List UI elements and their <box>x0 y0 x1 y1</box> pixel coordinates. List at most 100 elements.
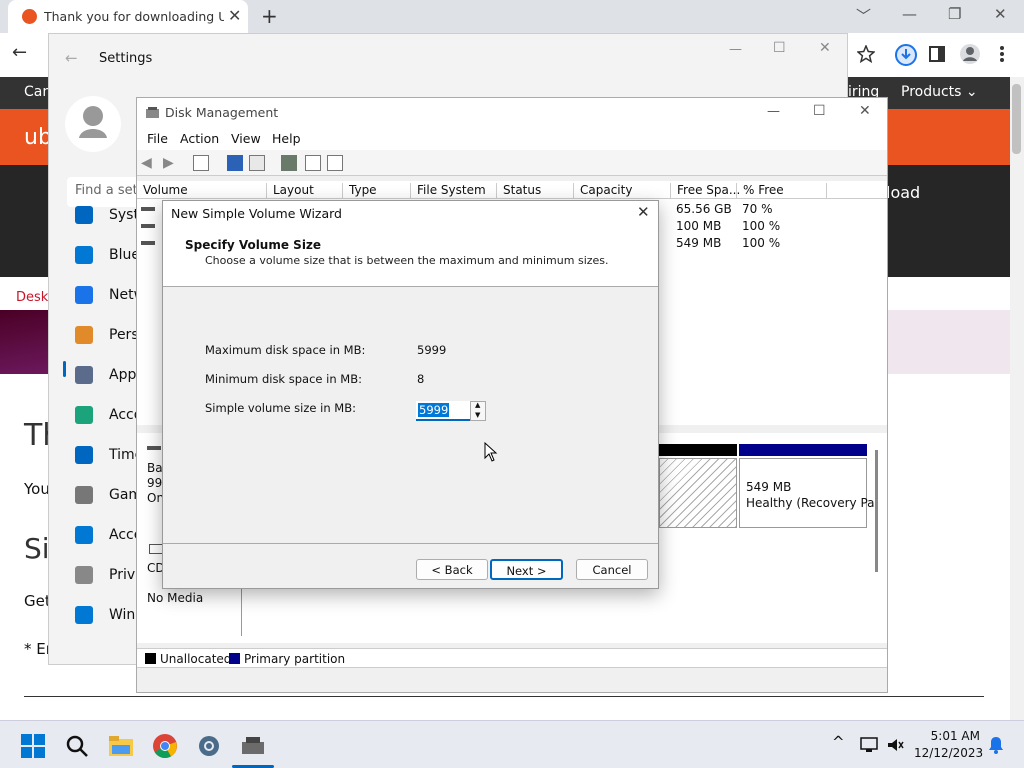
clock-date[interactable]: 12/12/2023 <box>914 746 983 760</box>
settings-nav-item[interactable]: Gam <box>63 481 143 511</box>
legend-primary-swatch <box>229 653 240 664</box>
chevron-down-icon: ⌄ <box>965 84 978 100</box>
row-free-space[interactable]: 549 MB <box>676 236 721 250</box>
row-free-space[interactable]: 65.56 GB <box>676 202 732 216</box>
browser-tab[interactable]: Thank you for downloading Ubu ✕ <box>8 0 248 33</box>
settings-nav-item[interactable]: Acco <box>63 401 143 431</box>
legend-unallocated-label: Unallocated <box>160 652 232 666</box>
browser-tab-title: Thank you for downloading Ubu <box>44 9 224 24</box>
cancel-button[interactable]: Cancel <box>576 559 648 580</box>
row-percent-free[interactable]: 70 % <box>742 202 773 216</box>
row-free-space[interactable]: 100 MB <box>676 219 721 233</box>
toolbar-back-icon[interactable]: ◀ <box>141 155 157 171</box>
side-panel-icon[interactable] <box>929 46 945 62</box>
disk-management-app-icon <box>146 107 159 118</box>
col-percent-free[interactable]: % Free <box>736 183 784 199</box>
col-free-space[interactable]: Free Spa... <box>670 183 740 199</box>
graph-scrollbar[interactable] <box>875 450 878 572</box>
disk-management-titlebar: Disk Management — ☐ ✕ <box>137 98 887 128</box>
wizard-close-button[interactable]: ✕ <box>637 203 650 221</box>
dm-maximize-button[interactable]: ☐ <box>813 103 826 119</box>
recovery-size: 549 MB <box>746 480 792 494</box>
back-button[interactable]: < Back <box>416 559 488 580</box>
disk-management-taskbar-icon[interactable] <box>240 733 266 759</box>
taskbar: ^ 5:01 AM 12/12/2023 <box>0 720 1024 768</box>
file-explorer-icon[interactable] <box>108 733 134 759</box>
unallocated-partition[interactable] <box>659 458 737 528</box>
settings-nav-label: Bluet <box>109 247 139 263</box>
browser-restore-button[interactable]: ❐ <box>948 5 961 23</box>
breadcrumb-desktop[interactable]: Desk <box>16 290 48 305</box>
settings-nav-label: Acco <box>109 407 139 423</box>
settings-nav-item[interactable]: Perso <box>63 321 143 351</box>
settings-close-button[interactable]: ✕ <box>819 40 831 56</box>
settings-minimize-button[interactable]: — <box>729 42 742 57</box>
page-divider <box>24 696 984 697</box>
page-scrollbar-thumb[interactable] <box>1012 84 1021 154</box>
nav-item-products[interactable]: Products ⌄ <box>901 84 978 100</box>
settings-nav-item[interactable]: Bluet <box>63 241 143 271</box>
tray-chevron-icon[interactable]: ^ <box>832 733 845 751</box>
toolbar-forward-icon[interactable]: ▶ <box>163 155 179 171</box>
new-tab-button[interactable]: + <box>261 4 278 28</box>
search-icon[interactable] <box>64 733 90 759</box>
settings-nav-item[interactable]: Syste <box>63 201 143 231</box>
profile-avatar-icon[interactable] <box>959 43 981 65</box>
wizard-heading: Specify Volume Size <box>185 238 322 252</box>
toolbar-properties-icon[interactable] <box>193 155 209 171</box>
settings-nav-item[interactable]: Priva <box>63 561 143 591</box>
toolbar-connect-icon[interactable] <box>281 155 297 171</box>
next-button[interactable]: Next > <box>490 559 563 580</box>
toolbar-list-icon[interactable] <box>327 155 343 171</box>
volume-muted-icon[interactable] <box>886 737 904 753</box>
volume-size-input[interactable]: 5999 <box>416 401 470 421</box>
browser-close-button[interactable]: ✕ <box>994 5 1007 23</box>
toolbar-help-icon[interactable] <box>227 155 243 171</box>
tab-search-icon[interactable]: ﹀ <box>856 5 871 26</box>
cdrom-icon <box>149 544 163 554</box>
settings-maximize-button[interactable]: ☐ <box>773 40 786 56</box>
clock-time[interactable]: 5:01 AM <box>930 729 980 743</box>
windows-start-icon[interactable] <box>20 733 46 759</box>
stepper-up-icon[interactable]: ▲ <box>475 401 480 409</box>
volume-size-stepper[interactable]: ▲ ▼ <box>470 401 486 421</box>
settings-nav-item[interactable]: Apps <box>63 361 143 391</box>
menu-file[interactable]: File <box>147 131 168 146</box>
stepper-down-icon[interactable]: ▼ <box>475 411 480 419</box>
toolbar-view-icon[interactable] <box>249 155 265 171</box>
settings-nav-item[interactable]: Time <box>63 441 143 471</box>
settings-back-button[interactable]: ← <box>65 49 78 67</box>
settings-nav-item[interactable]: Netw <box>63 281 143 311</box>
row-percent-free[interactable]: 100 % <box>742 219 780 233</box>
notification-bell-icon[interactable] <box>988 736 1004 754</box>
browser-menu-icon[interactable] <box>999 45 1005 63</box>
settings-nav-label: Acce <box>109 527 139 543</box>
toolbar-check-icon[interactable] <box>305 155 321 171</box>
browser-back-button[interactable]: ← <box>12 42 27 63</box>
browser-minimize-button[interactable]: — <box>902 5 917 23</box>
settings-gear-icon[interactable] <box>196 733 222 759</box>
col-layout[interactable]: Layout <box>266 183 314 199</box>
dm-close-button[interactable]: ✕ <box>859 103 871 119</box>
page-scrollbar[interactable] <box>1010 77 1024 720</box>
col-volume[interactable]: Volume <box>137 183 188 199</box>
settings-nav-item[interactable]: Wind <box>63 601 143 631</box>
avatar[interactable] <box>65 96 121 152</box>
network-icon[interactable] <box>860 737 878 753</box>
col-type[interactable]: Type <box>342 183 377 199</box>
menu-action[interactable]: Action <box>180 131 219 146</box>
download-icon[interactable] <box>895 44 917 66</box>
chrome-icon[interactable] <box>152 733 178 759</box>
menu-help[interactable]: Help <box>272 131 301 146</box>
col-file-system[interactable]: File System <box>410 183 486 199</box>
tab-close-icon[interactable]: ✕ <box>228 6 241 25</box>
page-get-fragment: Get <box>24 592 51 610</box>
menu-view[interactable]: View <box>231 131 261 146</box>
col-status[interactable]: Status <box>496 183 541 199</box>
col-capacity[interactable]: Capacity <box>573 183 632 199</box>
dm-minimize-button[interactable]: — <box>767 104 780 119</box>
row-percent-free[interactable]: 100 % <box>742 236 780 250</box>
bookmark-star-icon[interactable] <box>857 45 875 63</box>
settings-nav-item[interactable]: Acce <box>63 521 143 551</box>
recovery-partition[interactable]: 549 MB Healthy (Recovery Pa <box>739 458 875 528</box>
